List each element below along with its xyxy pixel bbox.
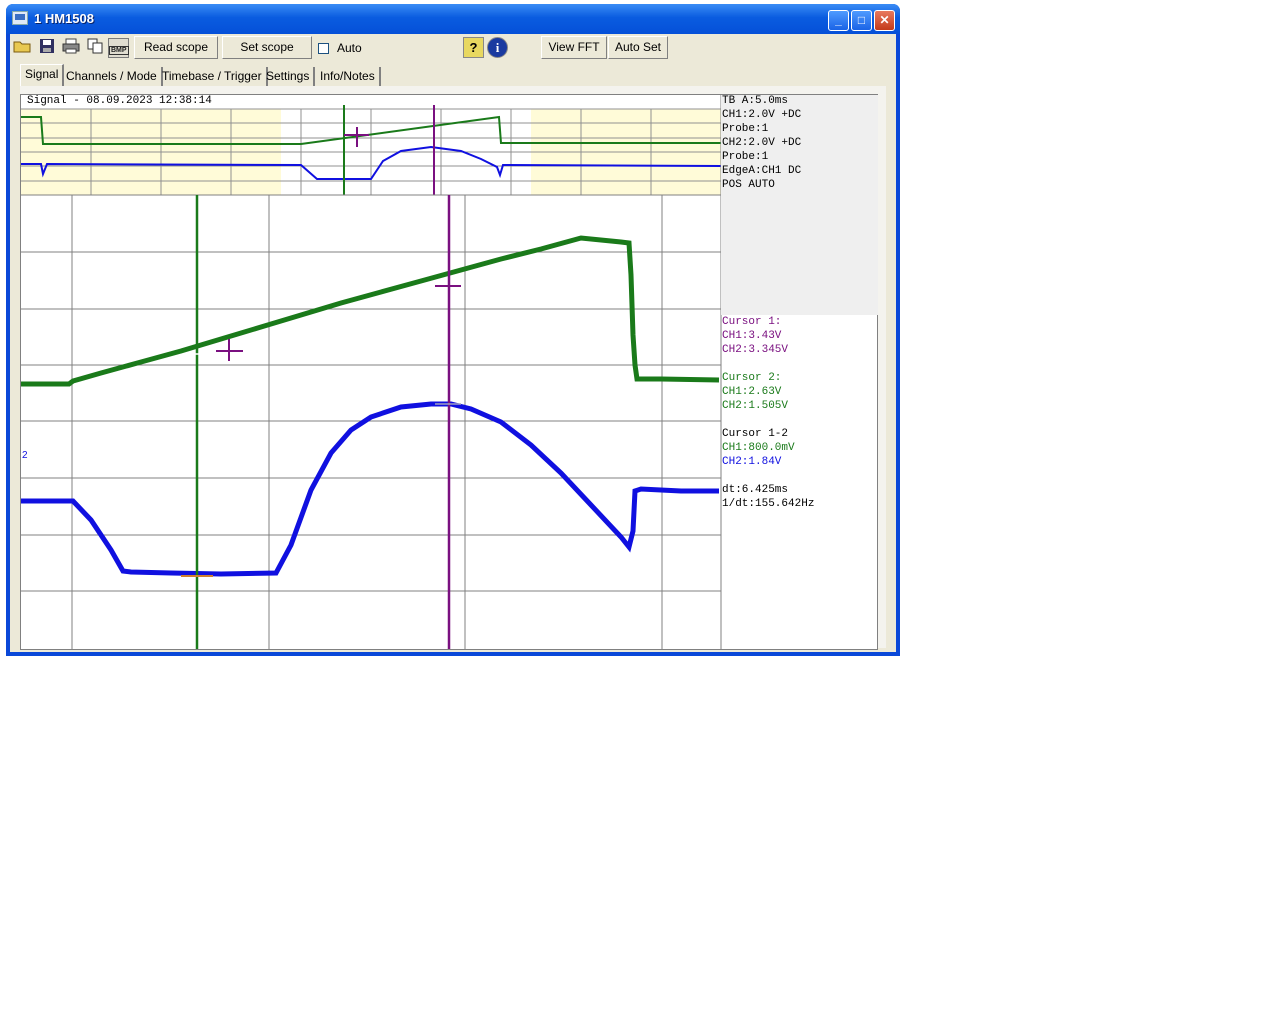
cursor2-ch2: CH2:1.505V [722,400,789,412]
auto-checkbox-label: Auto [337,41,362,55]
window-title: 1 HM1508 [34,11,94,26]
dt-value: dt:6.425ms [722,484,789,496]
toolbar: BMP Read scope Set scope Auto ? i View F… [10,34,896,62]
title-bar[interactable]: 1 HM1508 _ □ ✕ [6,4,900,34]
trigger-setting: EdgeA:CH1 DC [722,165,802,177]
cursor1-ch2: CH2:3.345V [722,344,789,356]
client-area: BMP Read scope Set scope Auto ? i View F… [10,34,896,652]
ch2-probe: Probe:1 [722,151,769,163]
app-window: 1 HM1508 _ □ ✕ BMP Read scope Set scope [6,4,900,656]
maximize-button[interactable]: □ [851,10,872,31]
read-scope-button[interactable]: Read scope [134,36,218,59]
cursor1-ch1: CH1:3.43V [722,330,782,342]
auto-checkbox[interactable] [318,43,329,54]
cursor2-title: Cursor 2: [722,372,782,384]
tab-bar: Signal Channels / Mode Timebase / Trigge… [10,64,896,86]
delta-title: Cursor 1-2 [722,428,789,440]
tb-setting: TB A:5.0ms [722,95,789,107]
ch2-ground-marker: 2 [22,450,28,461]
minimize-button[interactable]: _ [828,10,849,31]
delta-ch2: CH2:1.84V [722,456,782,468]
info-icon[interactable]: i [487,37,508,58]
view-fft-button[interactable]: View FFT [541,36,607,59]
ch1-probe: Probe:1 [722,123,769,135]
tab-info-notes[interactable]: Info/Notes [316,67,381,86]
tab-timebase-trigger[interactable]: Timebase / Trigger [158,67,268,86]
app-icon[interactable] [12,11,28,25]
scope-display[interactable]: 1 Signal - 08.09.2023 12:38:14 TB A:5.0m… [20,94,878,650]
tab-channels-mode[interactable]: Channels / Mode [62,67,163,86]
tab-settings[interactable]: Settings [262,67,316,86]
set-scope-button[interactable]: Set scope [222,36,312,59]
close-button[interactable]: ✕ [874,10,895,31]
signal-title: Signal - 08.09.2023 12:38:14 [27,95,212,107]
pos-setting: POS AUTO [722,179,775,191]
copy-icon[interactable] [84,38,105,58]
ch1-setting: CH1:2.0V +DC [722,109,802,121]
open-folder-icon[interactable] [12,38,33,58]
cursor1-title: Cursor 1: [722,316,782,328]
print-icon[interactable] [60,38,81,58]
overview-strip [21,105,722,195]
ch2-waveform [21,401,719,577]
ch1-waveform [21,235,720,387]
cursor2-ch1: CH1:2.63V [722,386,782,398]
help-icon[interactable]: ? [463,37,484,58]
tab-signal[interactable]: Signal [20,64,65,86]
bmp-label: BMP [109,46,129,55]
auto-set-button[interactable]: Auto Set [608,36,668,59]
save-icon[interactable] [36,38,57,58]
freq-value: 1/dt:155.642Hz [722,498,815,510]
ch2-setting: CH2:2.0V +DC [722,137,802,149]
delta-ch1: CH1:800.0mV [722,442,795,454]
bmp-icon[interactable]: BMP [108,38,129,58]
